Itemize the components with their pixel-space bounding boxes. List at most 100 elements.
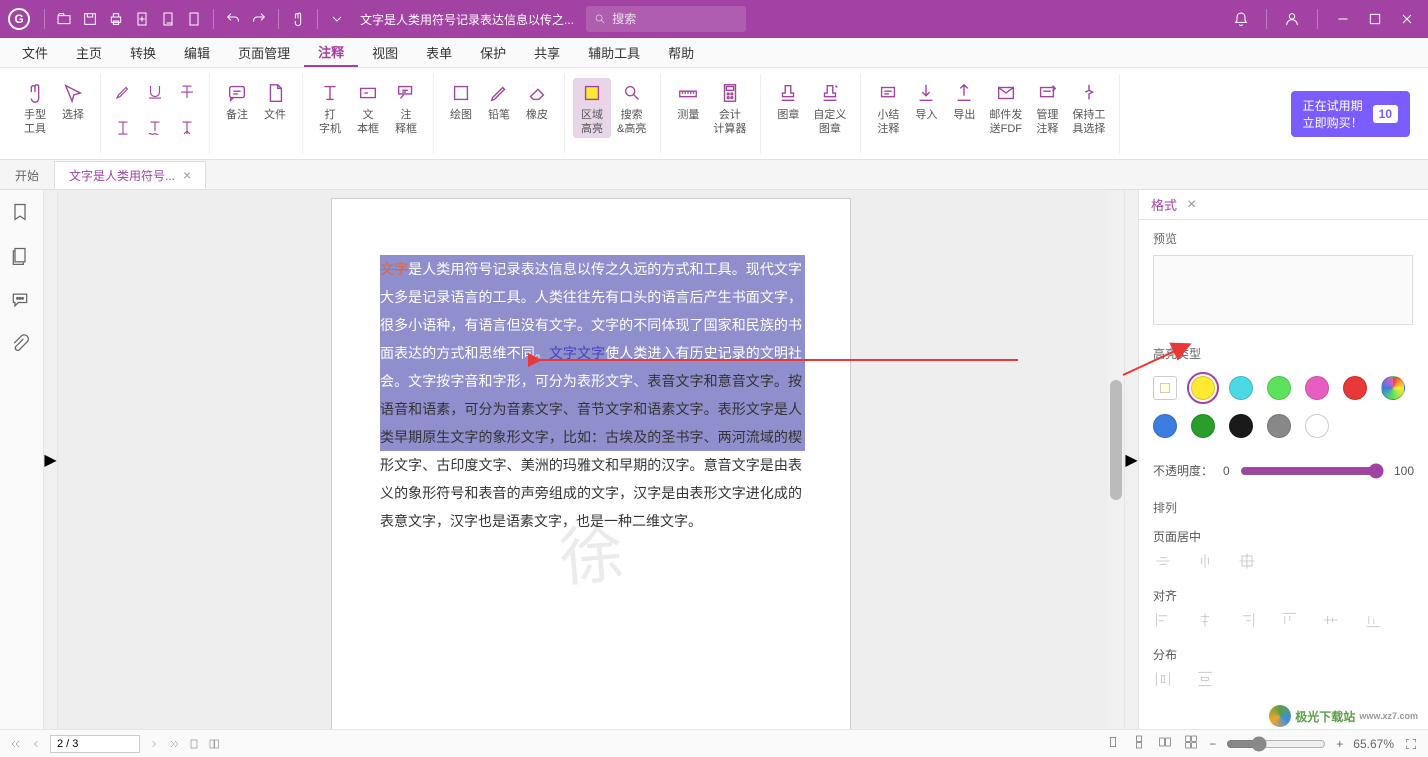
view-facing-cont-icon[interactable]	[1183, 734, 1199, 753]
tab-close-icon[interactable]: ×	[183, 167, 191, 183]
blank-page-icon[interactable]	[181, 6, 207, 32]
open-icon[interactable]	[51, 6, 77, 32]
keep-tool-button[interactable]: 保持工具选择	[1066, 78, 1111, 138]
color-white[interactable]	[1305, 414, 1329, 438]
align-middle-icon[interactable]	[1321, 610, 1345, 634]
print-icon[interactable]	[103, 6, 129, 32]
textbox-button[interactable]: 文本框	[349, 78, 387, 138]
zoom-slider[interactable]	[1226, 736, 1326, 752]
next-page-icon[interactable]	[148, 738, 160, 750]
opacity-slider[interactable]	[1240, 463, 1384, 479]
custom-stamp-button[interactable]: 自定义图章	[807, 78, 852, 138]
search-highlight-button[interactable]: 搜索&高亮	[611, 78, 652, 138]
strikethrough-t-icon[interactable]	[173, 78, 201, 106]
color-gray[interactable]	[1267, 414, 1291, 438]
typewriter-button[interactable]: 打字机	[311, 78, 349, 138]
menu-主页[interactable]: 主页	[62, 38, 116, 67]
eraser-button[interactable]: 橡皮	[518, 78, 556, 124]
page-thumb2-icon[interactable]	[208, 738, 220, 750]
area-highlight-button[interactable]: 区域高亮	[573, 78, 611, 138]
first-page-icon[interactable]	[10, 738, 22, 750]
bookmark-icon[interactable]	[10, 202, 34, 226]
measure-button[interactable]: 测量	[669, 78, 707, 124]
close-icon[interactable]	[1394, 6, 1420, 32]
stamp-button[interactable]: 图章	[769, 78, 807, 124]
menu-表单[interactable]: 表单	[412, 38, 466, 67]
view-single-icon[interactable]	[1105, 734, 1121, 753]
hand-tool-button[interactable]: 手型工具	[16, 78, 54, 138]
color-multi[interactable]	[1381, 376, 1405, 400]
strikethrough-icon[interactable]	[109, 114, 137, 142]
draw-button[interactable]: 绘图	[442, 78, 480, 124]
menu-共享[interactable]: 共享	[520, 38, 574, 67]
manage-button[interactable]: 管理注释	[1028, 78, 1066, 138]
menu-转换[interactable]: 转换	[116, 38, 170, 67]
save-icon[interactable]	[77, 6, 103, 32]
export-button[interactable]: 导出	[945, 78, 983, 124]
search-input[interactable]	[612, 12, 738, 26]
left-expand-toggle[interactable]: ▶	[44, 190, 58, 729]
custom-color-icon[interactable]	[1153, 376, 1177, 400]
hand-tool-icon[interactable]	[285, 6, 311, 32]
color-red[interactable]	[1343, 376, 1367, 400]
file-button[interactable]: 文件	[256, 78, 294, 124]
color-darkgreen[interactable]	[1191, 414, 1215, 438]
distribute-v-icon[interactable]	[1195, 669, 1219, 693]
view-facing-icon[interactable]	[1157, 734, 1173, 753]
search-box[interactable]	[586, 6, 746, 32]
import-button[interactable]: 导入	[907, 78, 945, 124]
new-page-icon[interactable]	[155, 6, 181, 32]
color-yellow[interactable]	[1191, 376, 1215, 400]
user-icon[interactable]	[1279, 6, 1305, 32]
align-bottom-icon[interactable]	[1363, 610, 1387, 634]
last-page-icon[interactable]	[168, 738, 180, 750]
prev-page-icon[interactable]	[30, 738, 42, 750]
maximize-icon[interactable]	[1362, 6, 1388, 32]
menu-注释[interactable]: 注释	[304, 38, 358, 67]
trial-badge[interactable]: 正在试用期 立即购买！ 10	[1291, 91, 1410, 137]
menu-文件[interactable]: 文件	[8, 38, 62, 67]
panel-close-icon[interactable]: ×	[1187, 196, 1196, 214]
center-v-icon[interactable]	[1195, 551, 1219, 575]
dropdown-icon[interactable]	[324, 6, 350, 32]
attachments-icon[interactable]	[10, 334, 34, 358]
canvas[interactable]: 文字是人类用符号记录表达信息以传之久远的方式和工具。现代文字大多是记录语言的工具…	[58, 190, 1124, 729]
zoom-in-icon[interactable]: +	[1336, 737, 1343, 751]
summary-button[interactable]: 小结注释	[869, 78, 907, 138]
bell-icon[interactable]	[1228, 6, 1254, 32]
menu-保护[interactable]: 保护	[466, 38, 520, 67]
align-top-icon[interactable]	[1279, 610, 1303, 634]
color-black[interactable]	[1229, 414, 1253, 438]
pages-icon[interactable]	[10, 246, 34, 270]
right-expand-toggle[interactable]: ▶	[1124, 190, 1138, 729]
minimize-icon[interactable]	[1330, 6, 1356, 32]
new-doc-icon[interactable]	[129, 6, 155, 32]
select-button[interactable]: 选择	[54, 78, 92, 124]
menu-页面管理[interactable]: 页面管理	[224, 38, 304, 67]
underline-icon[interactable]	[141, 78, 169, 106]
menu-帮助[interactable]: 帮助	[654, 38, 708, 67]
tab-document[interactable]: 文字是人类用符号...×	[54, 161, 206, 189]
center-both-icon[interactable]	[1237, 551, 1261, 575]
squiggly-icon[interactable]	[141, 114, 169, 142]
align-right-icon[interactable]	[1237, 610, 1261, 634]
highlight-icon[interactable]	[109, 78, 137, 106]
caret-icon[interactable]	[173, 114, 201, 142]
color-green[interactable]	[1267, 376, 1291, 400]
redo-icon[interactable]	[246, 6, 272, 32]
callout-button[interactable]: 注释框	[387, 78, 425, 138]
menu-辅助工具[interactable]: 辅助工具	[574, 38, 654, 67]
email-fdf-button[interactable]: 邮件发送FDF	[983, 78, 1028, 138]
comments-icon[interactable]	[10, 290, 34, 314]
vertical-scrollbar[interactable]	[1108, 190, 1124, 729]
color-cyan[interactable]	[1229, 376, 1253, 400]
fullscreen-icon[interactable]	[1404, 737, 1418, 751]
page-thumb-icon[interactable]	[188, 738, 200, 750]
zoom-out-icon[interactable]: −	[1209, 737, 1216, 751]
distribute-h-icon[interactable]	[1153, 669, 1177, 693]
align-center-h-icon[interactable]	[1195, 610, 1219, 634]
center-h-icon[interactable]	[1153, 551, 1177, 575]
color-magenta[interactable]	[1305, 376, 1329, 400]
pencil-button[interactable]: 铅笔	[480, 78, 518, 124]
page-input[interactable]	[50, 735, 140, 753]
